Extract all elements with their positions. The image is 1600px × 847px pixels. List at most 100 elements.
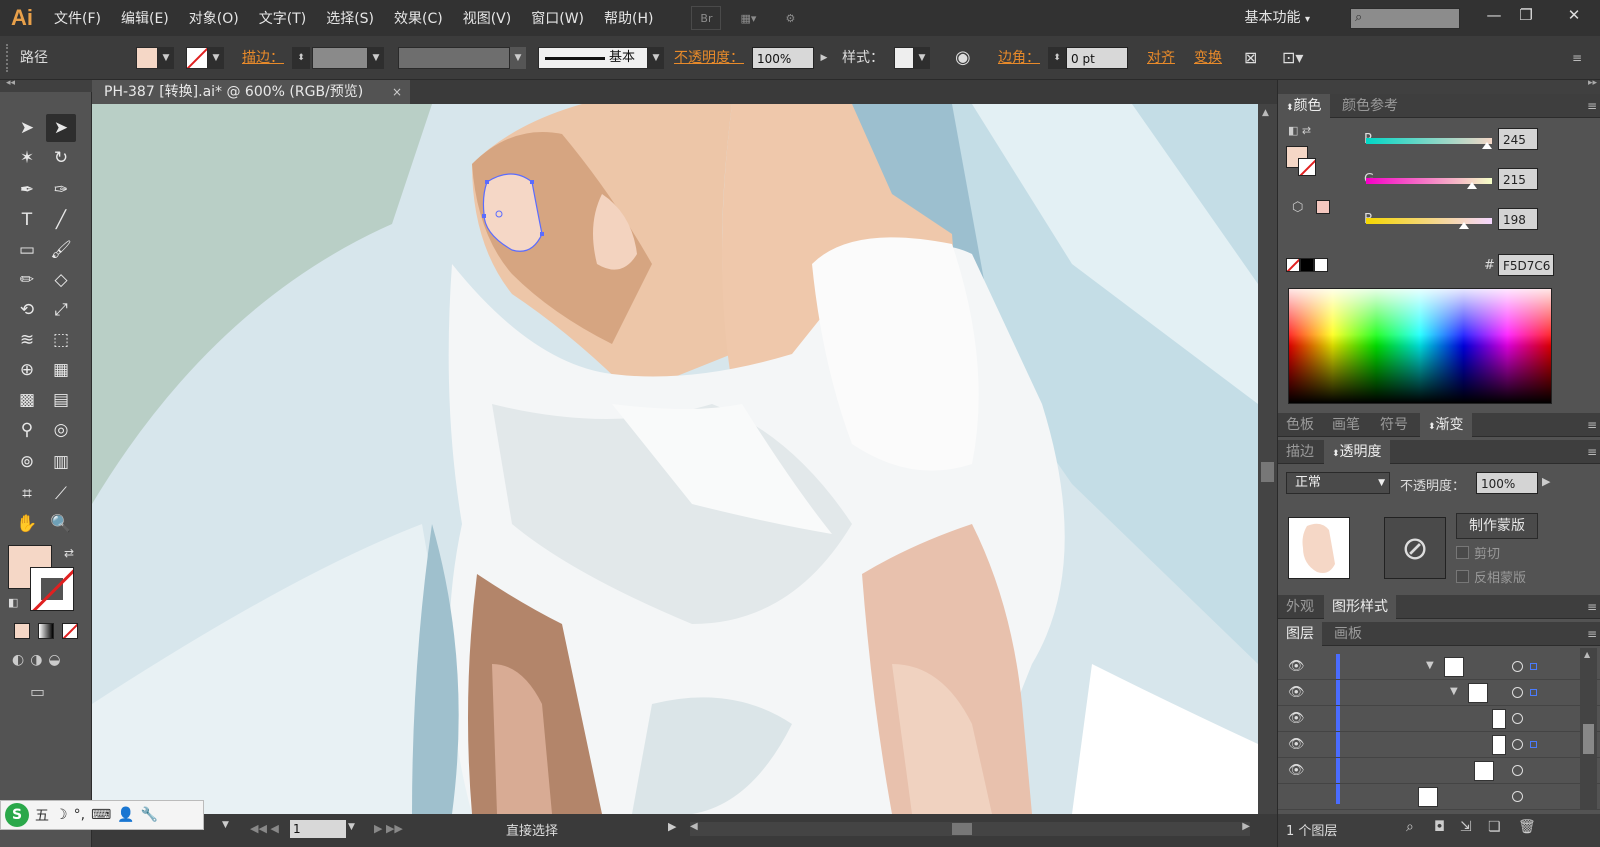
free-transform-tool-icon[interactable]: ⬚: [46, 326, 76, 354]
layer-row[interactable]: 👁 ▼: [1278, 654, 1600, 680]
scroll-left-icon[interactable]: ◀: [690, 821, 698, 832]
stroke-dropdown-icon[interactable]: ▼: [208, 47, 224, 69]
restore-button[interactable]: ❐: [1510, 4, 1542, 26]
scroll-right-icon[interactable]: ▶: [1242, 821, 1250, 832]
new-sublayer-icon[interactable]: ⇲: [1460, 819, 1472, 835]
tab-graphic-styles[interactable]: 图形样式: [1324, 595, 1396, 619]
expand-chevron-icon[interactable]: ▼: [1450, 686, 1458, 697]
tab-appearance[interactable]: 外观: [1278, 595, 1322, 619]
direct-selection-tool-icon[interactable]: ➤: [46, 114, 76, 142]
layers-scrollbar[interactable]: ▲: [1580, 648, 1597, 810]
bridge-button[interactable]: Br: [691, 6, 722, 30]
brush-dropdown-icon[interactable]: ▼: [648, 47, 664, 69]
ime-moon-icon[interactable]: ☽: [55, 807, 68, 823]
mesh-tool-icon[interactable]: ▩: [12, 386, 42, 414]
slice-tool-icon[interactable]: ⟋: [46, 480, 76, 508]
draw-mode-icon[interactable]: ◐◑◒: [12, 652, 82, 672]
clip-checkbox[interactable]: [1456, 546, 1469, 559]
shape-builder-tool-icon[interactable]: ⊕: [12, 356, 42, 384]
gradient-tool-icon[interactable]: ▤: [46, 386, 76, 414]
menu-file[interactable]: 文件(F): [44, 8, 111, 28]
r-value-input[interactable]: 245: [1498, 128, 1538, 150]
b-slider-thumb[interactable]: [1459, 222, 1470, 229]
corner-stepper[interactable]: ⬍: [1048, 47, 1066, 69]
pencil-tool-icon[interactable]: ✏: [12, 266, 42, 294]
visibility-eye-icon[interactable]: 👁: [1288, 685, 1305, 700]
selection-indicator[interactable]: [1530, 663, 1537, 670]
ime-settings-icon[interactable]: 🔧: [141, 807, 158, 823]
stroke-color-swatch[interactable]: [30, 567, 74, 611]
page-select-dropdown-icon[interactable]: ▼: [348, 822, 355, 832]
out-of-gamut-icon[interactable]: ⬡: [1292, 200, 1303, 215]
pen-tool-icon[interactable]: ✒: [12, 176, 42, 204]
transparency-opacity-arrow-icon[interactable]: ▶: [1542, 475, 1550, 488]
tab-gradient[interactable]: ⬍渐变: [1420, 413, 1472, 437]
target-circle-icon[interactable]: [1512, 687, 1523, 698]
visibility-eye-icon[interactable]: 👁: [1288, 711, 1305, 726]
default-fill-stroke-icon[interactable]: ◧: [8, 596, 18, 609]
select-similar-icon[interactable]: ⊡▾: [1282, 46, 1303, 70]
menu-effect[interactable]: 效果(C): [384, 8, 453, 28]
lasso-tool-icon[interactable]: ↻: [46, 144, 76, 172]
blend-mode-select[interactable]: 正常 ▼: [1286, 472, 1390, 494]
color-panel-stroke-swatch[interactable]: [1298, 158, 1316, 176]
none-color-swatch[interactable]: [1286, 258, 1300, 272]
document-tab[interactable]: PH-387 [转换].ai* @ 600% (RGB/预览) ×: [92, 80, 410, 104]
swatches-panel-menu-icon[interactable]: ≡: [1587, 413, 1597, 437]
visibility-eye-icon[interactable]: 👁: [1288, 763, 1305, 778]
layer-row[interactable]: 👁: [1278, 732, 1600, 758]
locate-object-icon[interactable]: ⌕: [1406, 819, 1414, 835]
invert-mask-checkbox[interactable]: [1456, 570, 1469, 583]
selection-tool-icon[interactable]: ➤: [12, 114, 42, 142]
next-page-icon[interactable]: ▶ ▶▶: [374, 822, 403, 835]
zoom-tool-icon[interactable]: 🔍: [46, 510, 76, 538]
tab-transparency[interactable]: ⬍透明度: [1324, 440, 1390, 464]
opacity-label[interactable]: 不透明度：: [674, 46, 744, 70]
rotate-tool-icon[interactable]: ⟲: [12, 296, 42, 324]
scroll-up-icon[interactable]: ▲: [1262, 108, 1269, 118]
menu-type[interactable]: 文字(T): [249, 8, 316, 28]
warp-tool-icon[interactable]: ≋: [12, 326, 42, 354]
gpu-performance-icon[interactable]: ⚙: [775, 6, 805, 30]
curvature-tool-icon[interactable]: ✑: [46, 176, 76, 204]
magic-wand-tool-icon[interactable]: ✶: [12, 144, 42, 172]
transparency-opacity-input[interactable]: 100%: [1476, 472, 1538, 494]
visibility-eye-icon[interactable]: 👁: [1288, 659, 1305, 674]
hex-value-input[interactable]: F5D7C6: [1498, 254, 1554, 276]
target-circle-icon[interactable]: [1512, 713, 1523, 724]
brush-definition[interactable]: 基本: [538, 47, 648, 69]
target-circle-icon[interactable]: [1512, 791, 1523, 802]
layer-row[interactable]: 👁: [1278, 706, 1600, 732]
stroke-weight-stepper[interactable]: ⬍: [292, 47, 310, 69]
profile-dropdown-icon[interactable]: ▼: [510, 47, 526, 69]
line-tool-icon[interactable]: ╱: [46, 206, 76, 234]
g-value-input[interactable]: 215: [1498, 168, 1538, 190]
corner-radius-input[interactable]: 0 pt: [1066, 47, 1128, 69]
style-dropdown-icon[interactable]: ▼: [914, 47, 930, 69]
g-slider[interactable]: [1366, 178, 1492, 189]
opacity-input[interactable]: 100%: [752, 47, 814, 69]
menu-window[interactable]: 窗口(W): [521, 8, 594, 28]
tab-artboards[interactable]: 画板: [1326, 622, 1370, 646]
align-link[interactable]: 对齐: [1147, 46, 1175, 70]
delete-layer-icon[interactable]: 🗑: [1518, 819, 1536, 835]
b-value-input[interactable]: 198: [1498, 208, 1538, 230]
perspective-grid-tool-icon[interactable]: ▦: [46, 356, 76, 384]
recolor-artwork-icon[interactable]: ◉: [955, 46, 971, 70]
first-page-icon[interactable]: ◀◀ ◀: [250, 822, 279, 835]
transform-link[interactable]: 变换: [1194, 46, 1222, 70]
workspace-switcher[interactable]: 基本功能 ▾: [1245, 7, 1310, 27]
color-spectrum[interactable]: [1288, 288, 1552, 404]
layer-row[interactable]: [1278, 784, 1600, 810]
paintbrush-tool-icon[interactable]: 🖌: [46, 236, 76, 264]
r-slider-thumb[interactable]: [1481, 142, 1492, 149]
fill-color-control[interactable]: [136, 47, 158, 69]
tab-color-guide[interactable]: 颜色参考: [1334, 94, 1406, 118]
b-slider[interactable]: [1366, 218, 1492, 229]
color-mode-icon[interactable]: [14, 623, 30, 639]
artboard-tool-icon[interactable]: ⌗: [12, 480, 42, 508]
stroke-label[interactable]: 描边：: [242, 46, 284, 70]
hand-tool-icon[interactable]: ✋: [12, 510, 42, 538]
tab-color[interactable]: ⬍颜色: [1278, 94, 1330, 118]
tools-panel-header[interactable]: ◂◂: [0, 78, 92, 92]
